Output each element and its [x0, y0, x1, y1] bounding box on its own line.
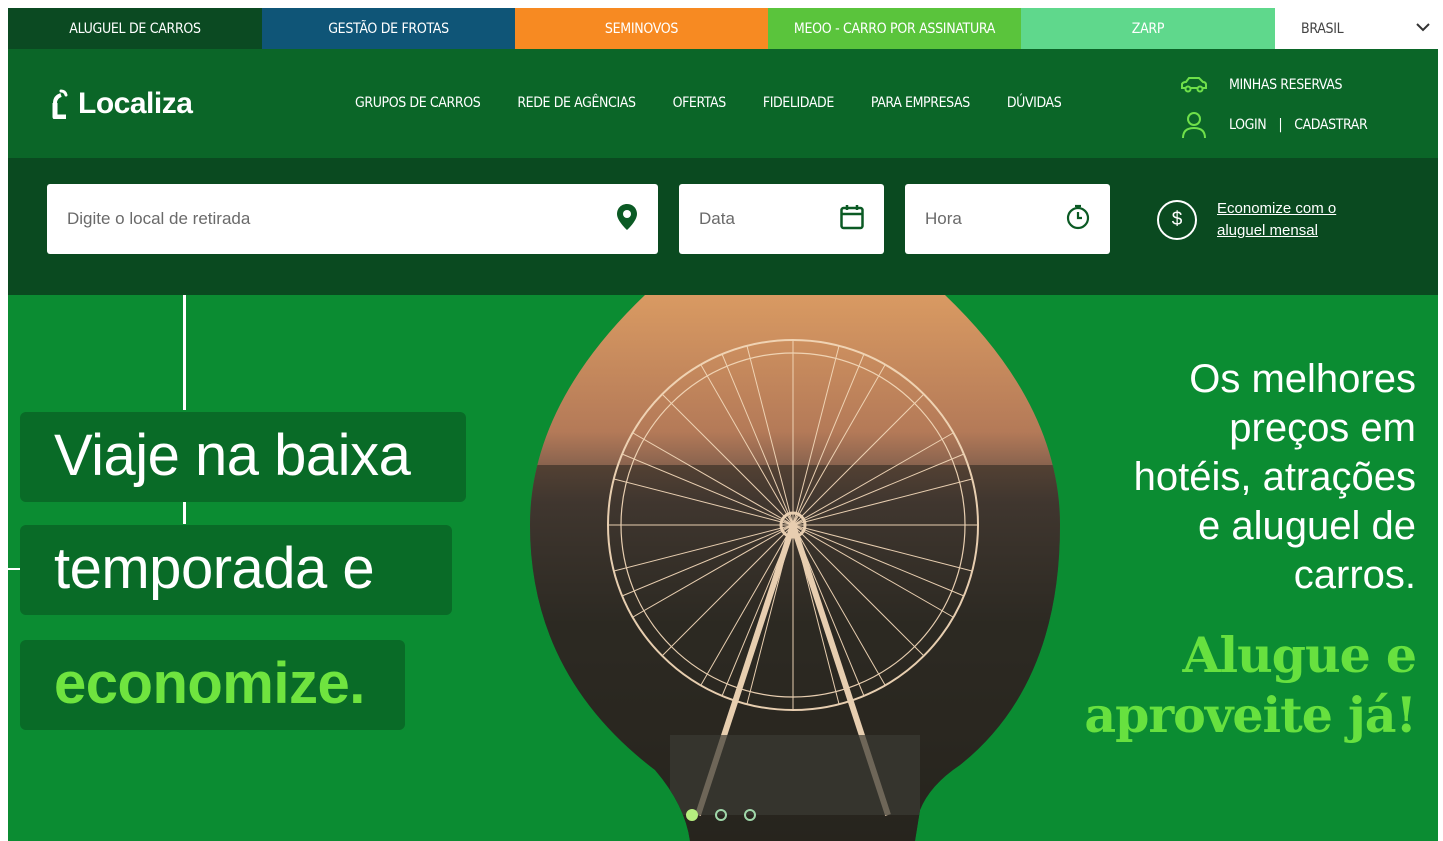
- cta-line: aproveite já!: [1084, 686, 1417, 744]
- cta-line: Alugue e: [1182, 626, 1417, 684]
- tagline-line-3: economize.: [54, 651, 365, 716]
- time-field[interactable]: Hora: [905, 184, 1110, 254]
- pickup-location-placeholder: Digite o local de retirada: [67, 209, 251, 228]
- hero-right-copy: Os melhores preços em hotéis, atrações e…: [1134, 355, 1416, 600]
- brand-bar: ALUGUEL DE CARROS GESTÃO DE FROTAS SEMIN…: [8, 8, 1438, 49]
- nav-grupos-de-carros[interactable]: GRUPOS DE CARROS: [355, 95, 481, 111]
- pickup-location-field[interactable]: Digite o local de retirada: [47, 184, 658, 254]
- country-select[interactable]: BRASIL: [1275, 8, 1438, 49]
- right-copy-line: preços em: [1229, 406, 1416, 450]
- right-copy-line: e aluguel de: [1198, 504, 1416, 548]
- logo[interactable]: Localiza: [52, 87, 193, 121]
- nav-rede-de-agencias[interactable]: REDE DE AGÊNCIAS: [517, 95, 636, 111]
- car-icon: [1176, 76, 1212, 94]
- right-copy-line: Os melhores: [1189, 357, 1416, 401]
- tagline-line-1: Viaje na baixa: [54, 423, 411, 488]
- carousel-dot[interactable]: [686, 809, 698, 821]
- carousel-dot[interactable]: [715, 809, 727, 821]
- tab-aluguel-de-carros[interactable]: ALUGUEL DE CARROS: [8, 8, 262, 49]
- tagline-box-1: Viaje na baixa: [20, 412, 466, 502]
- dollar-icon: $: [1157, 200, 1197, 240]
- tagline-line-2: temporada e: [54, 536, 375, 601]
- tab-zarp[interactable]: ZARP: [1021, 8, 1275, 49]
- my-reservations-label: MINHAS RESERVAS: [1229, 77, 1343, 93]
- decor-line: [183, 295, 186, 410]
- tab-seminovos[interactable]: SEMINOVOS: [515, 8, 768, 49]
- calendar-icon: [840, 204, 864, 235]
- tab-meoo[interactable]: MEOO - CARRO POR ASSINATURA: [768, 8, 1021, 49]
- nav-fidelidade[interactable]: FIDELIDADE: [763, 95, 834, 111]
- main-nav: GRUPOS DE CARROS REDE DE AGÊNCIAS OFERTA…: [355, 95, 1098, 111]
- carousel-dots: [686, 809, 756, 821]
- search-panel: Digite o local de retirada Data Hora $ E…: [8, 158, 1438, 295]
- monthly-rental-promo: $ Economize com o aluguel mensal: [1157, 198, 1357, 242]
- user-icon: [1176, 111, 1212, 139]
- tagline-box-2: temporada e: [20, 525, 452, 615]
- decor-line: [183, 500, 186, 524]
- time-placeholder: Hora: [925, 209, 962, 228]
- separator: |: [1278, 117, 1283, 133]
- hero-banner: Viaje na baixa temporada e economize. Os…: [8, 295, 1438, 841]
- map-pin-icon: [616, 203, 638, 236]
- country-label: BRASIL: [1301, 20, 1344, 37]
- monthly-rental-link[interactable]: Economize com o aluguel mensal: [1217, 198, 1357, 242]
- nav-para-empresas[interactable]: PARA EMPRESAS: [871, 95, 970, 111]
- tab-gestao-de-frotas[interactable]: GESTÃO DE FROTAS: [262, 8, 515, 49]
- hero-cta: Alugue e aproveite já!: [1084, 625, 1417, 745]
- nav-ofertas[interactable]: OFERTAS: [673, 95, 727, 111]
- main-header: Localiza GRUPOS DE CARROS REDE DE AGÊNCI…: [8, 49, 1438, 158]
- account-menu: MINHAS RESERVAS LOGIN | CADASTRAR: [1176, 65, 1368, 145]
- right-copy-line: carros.: [1293, 553, 1416, 597]
- nav-duvidas[interactable]: DÚVIDAS: [1007, 95, 1062, 111]
- localiza-logo-icon: [52, 89, 68, 120]
- ferris-wheel-image: [520, 295, 1070, 841]
- my-reservations-link[interactable]: MINHAS RESERVAS: [1176, 65, 1367, 105]
- page: ALUGUEL DE CARROS GESTÃO DE FROTAS SEMIN…: [8, 8, 1438, 841]
- date-field[interactable]: Data: [679, 184, 884, 254]
- tagline-box-3: economize.: [20, 640, 405, 730]
- date-placeholder: Data: [699, 209, 735, 228]
- login-register: LOGIN | CADASTRAR: [1176, 105, 1368, 145]
- register-link[interactable]: CADASTRAR: [1294, 117, 1368, 133]
- chevron-down-icon: [1416, 21, 1430, 36]
- login-link[interactable]: LOGIN: [1229, 117, 1267, 133]
- logo-wordmark: Localiza: [78, 87, 193, 120]
- clock-icon: [1066, 204, 1090, 235]
- right-copy-line: hotéis, atrações: [1133, 455, 1416, 499]
- carousel-dot[interactable]: [744, 809, 756, 821]
